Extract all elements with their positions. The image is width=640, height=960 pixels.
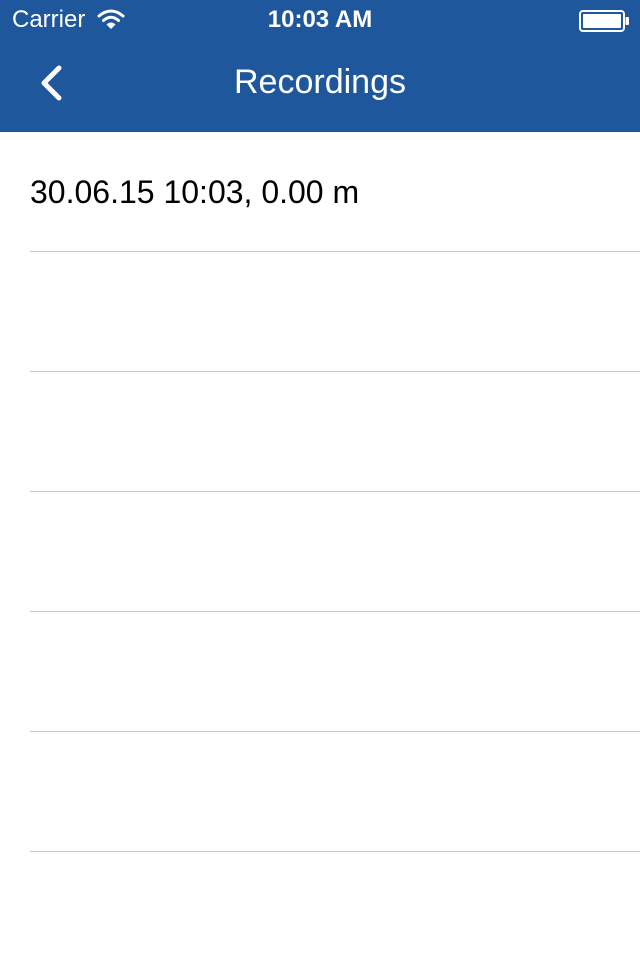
recording-row[interactable]: 30.06.15 10:03, 0.00 m bbox=[0, 132, 640, 252]
empty-row bbox=[0, 372, 640, 492]
empty-row bbox=[0, 492, 640, 612]
status-bar: Carrier 10:03 AM bbox=[0, 0, 640, 40]
recording-label: 30.06.15 10:03, 0.00 m bbox=[30, 174, 360, 210]
status-time: 10:03 AM bbox=[267, 6, 373, 33]
empty-row bbox=[0, 612, 640, 732]
empty-row bbox=[0, 732, 640, 852]
header: Carrier 10:03 AM Recordings bbox=[0, 0, 640, 132]
empty-row bbox=[0, 252, 640, 372]
nav-bar: Recordings bbox=[0, 40, 640, 132]
page-title: Recordings bbox=[234, 63, 406, 101]
recordings-list: 30.06.15 10:03, 0.00 m bbox=[0, 132, 640, 960]
battery-icon bbox=[579, 10, 629, 32]
